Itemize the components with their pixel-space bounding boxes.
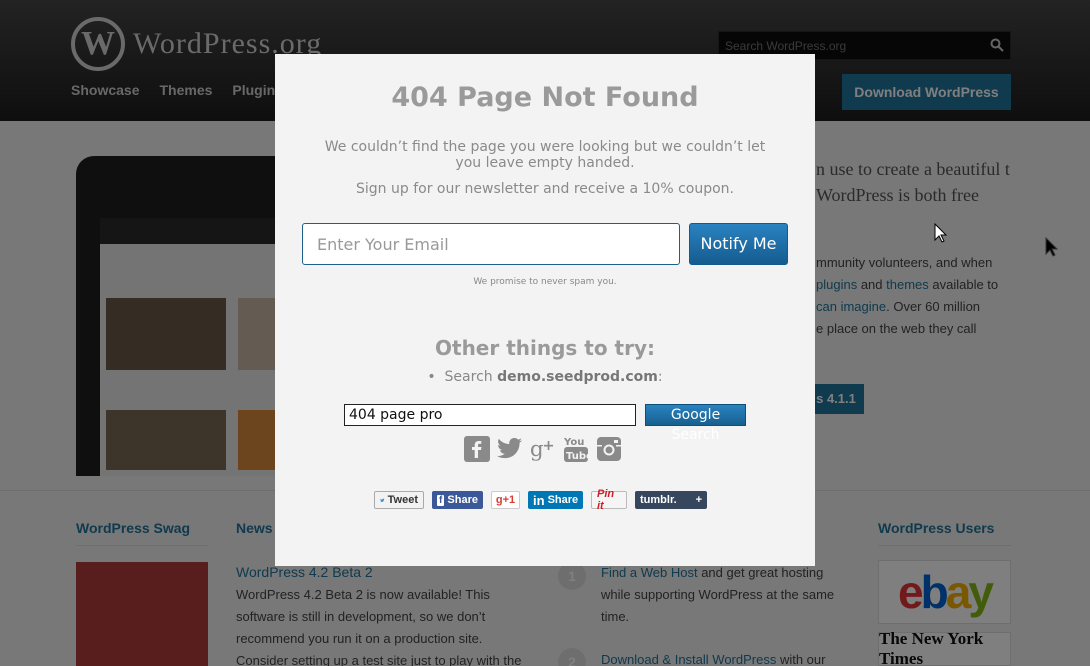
mouse-cursor-icon	[1045, 237, 1059, 257]
tweet-label: Tweet	[387, 494, 418, 506]
facebook-share-label: Share	[447, 494, 478, 506]
svg-text:Tube: Tube	[566, 451, 589, 462]
google-plus-one-button[interactable]: g+1	[491, 491, 520, 509]
linkedin-share-button[interactable]: in Share	[528, 491, 583, 509]
other-things-title: Other things to try:	[435, 336, 655, 360]
tweet-button[interactable]: Tweet	[374, 491, 424, 509]
linkedin-share-label: Share	[547, 494, 579, 506]
no-spam-note: We promise to never spam you.	[473, 277, 617, 287]
twitter-bird-icon	[380, 498, 385, 502]
tumblr-share-button[interactable]: tumblr. +	[635, 491, 707, 509]
modal-signup-text: Sign up for our newsletter and receive a…	[356, 181, 734, 197]
pinterest-button[interactable]: Pin it	[591, 488, 627, 512]
svg-text:+: +	[543, 438, 555, 454]
plus-icon: +	[695, 494, 702, 506]
instagram-icon[interactable]	[595, 434, 622, 464]
mouse-cursor-icon	[934, 223, 948, 243]
404-modal: 404 Page Not Found We couldn’t find the …	[275, 54, 815, 566]
bullet-icon: •	[427, 369, 445, 385]
youtube-icon[interactable]: You Tube	[562, 434, 589, 464]
share-buttons: Tweet f Share g+1 in Share Pin it tumblr…	[374, 488, 707, 512]
twitter-icon[interactable]	[496, 434, 523, 464]
facebook-f-icon: f	[437, 494, 445, 506]
google-search-button[interactable]: Google Search	[645, 404, 746, 443]
google-plus-icon[interactable]: g +	[529, 434, 556, 464]
email-field[interactable]	[302, 223, 680, 265]
notify-me-button[interactable]: Notify Me	[689, 223, 788, 265]
svg-text:You: You	[563, 437, 584, 448]
modal-description: We couldn’t find the page you were looki…	[324, 139, 766, 171]
social-icons: g+ You Tube	[463, 434, 622, 464]
facebook-share-button[interactable]: f Share	[432, 491, 483, 509]
search-suggestion: • Search demo.seedprod.com:	[275, 369, 815, 385]
linkedin-icon: in	[533, 492, 545, 508]
modal-title: 404 Page Not Found	[391, 82, 699, 113]
search-prefix: Search	[444, 369, 498, 385]
tumblr-label: tumblr.	[640, 494, 677, 506]
search-suffix: :	[657, 369, 663, 385]
search-domain: demo.seedprod.com	[497, 369, 658, 385]
google-search-input[interactable]	[344, 404, 636, 426]
facebook-icon[interactable]	[463, 434, 490, 464]
